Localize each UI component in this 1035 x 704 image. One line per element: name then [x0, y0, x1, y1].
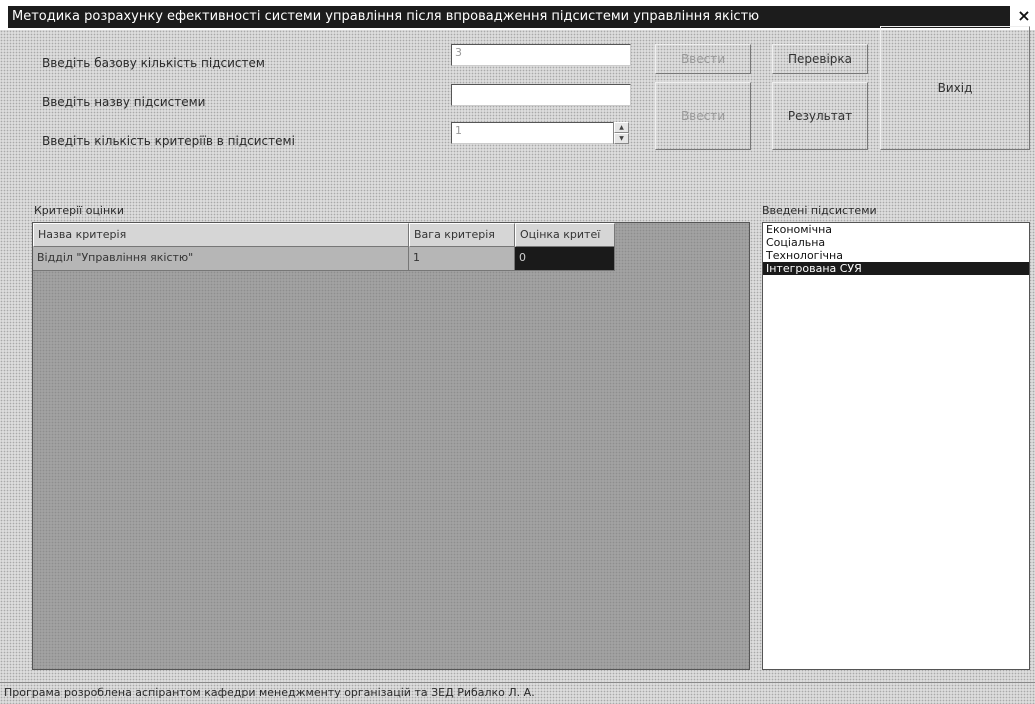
enter-subsystem-button[interactable]: Ввести — [655, 82, 751, 150]
list-item[interactable]: Технологічна — [763, 249, 1029, 262]
cell-criteria-weight[interactable]: 1 — [409, 247, 515, 271]
enter-base-count-button[interactable]: Ввести — [655, 44, 751, 74]
criteria-section-label: Критерії оцінки — [34, 204, 124, 217]
criteria-grid[interactable]: Назва критерія Вага критерія Оцінка крит… — [32, 222, 750, 670]
exit-button[interactable]: Вихід — [880, 26, 1030, 150]
base-count-label: Введіть базову кількість підсистем — [42, 56, 265, 70]
subsystems-section-label: Введені підсистеми — [762, 204, 877, 217]
base-count-input[interactable]: 3 — [451, 44, 631, 66]
criteria-count-stepper[interactable]: ▲ ▼ — [613, 122, 629, 144]
criteria-count-label: Введіть кількість критеріїв в підсистемі — [42, 134, 295, 148]
column-header-name[interactable]: Назва критерія — [33, 223, 409, 247]
list-item[interactable]: Соціальна — [763, 236, 1029, 249]
grid-header-row: Назва критерія Вага критерія Оцінка крит… — [33, 223, 615, 247]
close-button[interactable]: × — [1015, 6, 1033, 26]
column-header-score[interactable]: Оцінка критеї — [515, 223, 615, 247]
check-button[interactable]: Перевірка — [772, 44, 868, 74]
window-title: Методика розрахунку ефективності системи… — [12, 9, 760, 24]
column-header-weight[interactable]: Вага критерія — [409, 223, 515, 247]
list-item[interactable]: Економічна — [763, 223, 1029, 236]
cell-criteria-score[interactable]: 0 — [515, 247, 615, 271]
cell-criteria-name[interactable]: Відділ "Управління якістю" — [33, 247, 409, 271]
footer-divider — [0, 682, 1035, 683]
spin-up-arrow-icon[interactable]: ▲ — [614, 122, 629, 133]
result-button[interactable]: Результат — [772, 82, 868, 150]
spin-down-arrow-icon[interactable]: ▼ — [614, 133, 629, 144]
criteria-count-input[interactable]: 1 — [451, 122, 615, 144]
subsystem-name-label: Введіть назву підсистеми — [42, 95, 206, 109]
list-item-selected[interactable]: Інтегрована СУЯ — [763, 262, 1029, 275]
table-row[interactable]: Відділ "Управління якістю" 1 0 — [33, 247, 615, 271]
subsystem-name-input[interactable] — [451, 84, 631, 106]
footer-credits: Програма розроблена аспірантом кафедри м… — [4, 686, 535, 699]
subsystems-list[interactable]: Економічна Соціальна Технологічна Інтегр… — [762, 222, 1030, 670]
